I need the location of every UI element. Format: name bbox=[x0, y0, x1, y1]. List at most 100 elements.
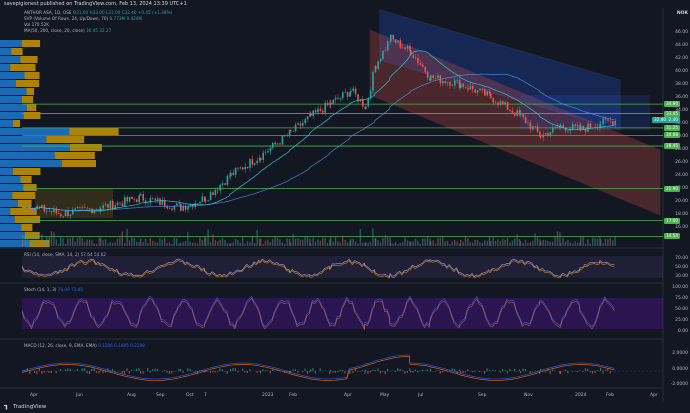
volume-profile-bar bbox=[24, 72, 40, 79]
volume-bar bbox=[239, 242, 241, 246]
candle bbox=[276, 143, 279, 145]
macd-histogram-bar bbox=[84, 368, 86, 371]
candle bbox=[430, 75, 432, 81]
volume-bar bbox=[207, 229, 209, 246]
candle bbox=[350, 90, 352, 93]
candle bbox=[67, 211, 69, 217]
macd-histogram-bar bbox=[462, 371, 464, 374]
volume-legend[interactable]: Vol 170.52K bbox=[24, 22, 49, 27]
price-tick-label: 38.00 bbox=[675, 81, 688, 87]
volume-bar bbox=[201, 239, 203, 246]
level-price-tag[interactable]: 28.45 bbox=[664, 143, 680, 150]
volume-profile-bar bbox=[12, 120, 21, 127]
volume-bar bbox=[544, 240, 547, 246]
level-price-tag[interactable]: 34.90 bbox=[664, 101, 680, 108]
volume-bar bbox=[506, 237, 509, 246]
volume-bar bbox=[592, 237, 594, 246]
macd-histogram-bar bbox=[332, 371, 334, 373]
candle bbox=[224, 183, 226, 185]
volume-bar bbox=[567, 239, 569, 246]
macd-histogram-bar bbox=[382, 371, 384, 372]
candle bbox=[464, 87, 467, 88]
candle bbox=[560, 125, 562, 127]
volume-bar bbox=[38, 243, 41, 246]
macd-histogram-bar bbox=[138, 368, 140, 371]
volume-bar bbox=[219, 239, 221, 246]
volume-bar bbox=[556, 231, 559, 246]
volume-bar bbox=[189, 241, 191, 246]
volume-bar bbox=[467, 238, 469, 246]
symbol-name[interactable]: ANTHOR ASA, 1D, OSE bbox=[24, 10, 72, 15]
volume-bar bbox=[64, 243, 67, 246]
volume-bar bbox=[112, 242, 114, 246]
volume-profile-bar bbox=[12, 192, 36, 199]
volume-bar bbox=[131, 237, 133, 246]
macd-histogram-bar bbox=[93, 368, 95, 371]
volume-bar bbox=[536, 236, 539, 246]
rsi-legend[interactable]: RSI (14, close, SMA, 14, 2) 57.64 54.62 bbox=[24, 252, 106, 257]
level-price-tag[interactable]: 31.25 bbox=[664, 124, 680, 131]
volume-bar bbox=[352, 238, 354, 246]
macd-histogram-bar bbox=[91, 368, 93, 371]
macd-histogram-bar bbox=[458, 369, 460, 371]
volume-bar bbox=[302, 239, 304, 246]
volume-bar bbox=[214, 240, 216, 246]
candle bbox=[246, 166, 249, 168]
candle bbox=[152, 198, 154, 199]
macd-histogram-bar bbox=[492, 369, 494, 371]
macd-histogram-bar bbox=[166, 371, 168, 373]
candle bbox=[50, 211, 53, 213]
macd-histogram-bar bbox=[417, 371, 419, 373]
candle bbox=[180, 203, 182, 211]
last-price-marker: 32.40 bbox=[652, 117, 668, 124]
candle bbox=[456, 80, 458, 81]
candle bbox=[81, 206, 84, 208]
candle bbox=[432, 75, 434, 79]
volume-bar bbox=[152, 240, 154, 246]
macd-histogram-bar bbox=[102, 371, 104, 374]
time-axis-label: Oct bbox=[186, 393, 194, 398]
macd-histogram-bar bbox=[339, 369, 341, 371]
price-tick-label: 26.00 bbox=[675, 159, 688, 165]
level-price-tag[interactable]: 17.00 bbox=[664, 217, 680, 224]
volume-bar bbox=[128, 240, 131, 246]
level-price-tag[interactable]: 30.08 bbox=[664, 132, 680, 139]
candle bbox=[354, 88, 357, 95]
macd-histogram-bar bbox=[60, 369, 62, 371]
ma-legend[interactable]: MA(50, 200, close, 20, close) 36.45 32.2… bbox=[24, 28, 111, 33]
volume-bar bbox=[330, 236, 332, 246]
level-price-tag[interactable]: 14.54 bbox=[664, 233, 680, 240]
macd-histogram-bar bbox=[262, 369, 264, 371]
stoch-legend[interactable]: Stoch (14, 1, 3) 76.09 73.85 bbox=[24, 287, 83, 292]
tradingview-logo[interactable]: TradingView bbox=[4, 404, 46, 410]
macd-histogram-bar bbox=[334, 371, 336, 373]
macd-legend[interactable]: MACD (12, 26, close, 9, EMA, EMA) 0.1206… bbox=[24, 343, 145, 348]
volume-bar bbox=[31, 239, 33, 246]
candle bbox=[342, 92, 344, 98]
macd-histogram-bar bbox=[324, 370, 326, 371]
macd-histogram-bar bbox=[352, 371, 354, 373]
macd-histogram-bar bbox=[219, 368, 221, 371]
candle bbox=[434, 78, 437, 79]
volume-bar bbox=[529, 241, 531, 246]
volume-profile-bar bbox=[12, 168, 41, 175]
candle bbox=[260, 158, 262, 160]
volume-bar bbox=[76, 238, 79, 246]
level-price-tag[interactable]: 33.45 bbox=[664, 110, 680, 117]
macd-histogram-bar bbox=[302, 371, 304, 372]
indicator-tick-label: 75.00 bbox=[675, 295, 688, 301]
volume-bar bbox=[562, 237, 564, 246]
macd-histogram-bar bbox=[319, 368, 321, 371]
volume-bar bbox=[527, 242, 529, 246]
volume-bar bbox=[276, 237, 279, 246]
volume-bar bbox=[596, 238, 599, 246]
level-price-tag[interactable]: 21.90 bbox=[664, 185, 680, 192]
chart-canvas[interactable] bbox=[0, 0, 690, 413]
volume-profile-legend[interactable]: SVP (Volume Of Rows, 24, Up/Down, 70) 8.… bbox=[24, 16, 142, 21]
candle bbox=[540, 136, 542, 138]
volume-bar bbox=[582, 236, 584, 246]
macd-histogram-bar bbox=[224, 371, 226, 372]
candle bbox=[142, 194, 144, 201]
volume-bar bbox=[612, 240, 614, 246]
macd-histogram-bar bbox=[524, 368, 526, 371]
